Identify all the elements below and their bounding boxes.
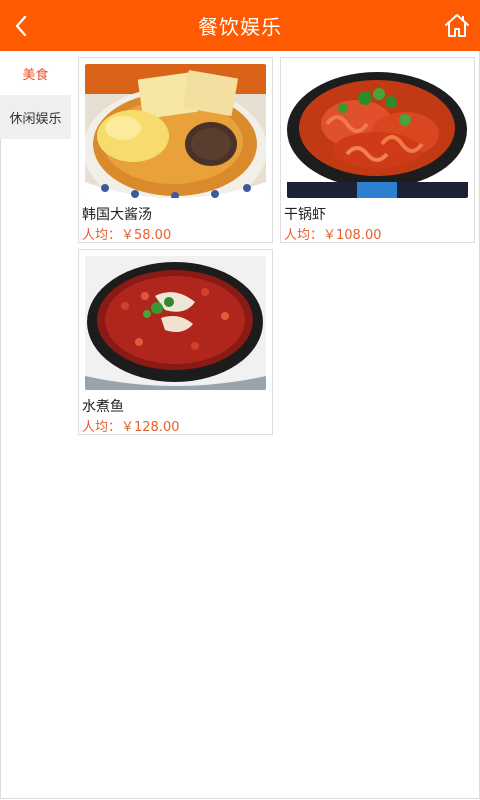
chevron-left-icon (15, 15, 27, 37)
sidebar-item-leisure[interactable]: 休闲娱乐 (0, 95, 71, 139)
back-button[interactable] (10, 13, 32, 39)
product-price: 人均：￥58.00 (82, 228, 172, 243)
product-name: 水煮鱼 (82, 399, 124, 415)
page-title: 餐饮娱乐 (198, 15, 282, 39)
product-image-fish (85, 256, 266, 390)
product-image-shrimp (287, 64, 468, 198)
product-card[interactable]: 水煮鱼 人均：￥128.00 (78, 249, 273, 435)
sidebar-item-label: 美食 (22, 67, 49, 83)
product-name: 干锅虾 (284, 207, 326, 223)
sidebar-item-label: 休闲娱乐 (9, 111, 62, 127)
category-sidebar: 美食 休闲娱乐 (0, 51, 71, 139)
product-card[interactable]: 韩国大酱汤 人均：￥58.00 (78, 57, 273, 243)
home-button[interactable] (444, 12, 470, 38)
home-icon (445, 14, 469, 37)
product-card[interactable]: 干锅虾 人均：￥108.00 (280, 57, 475, 243)
product-image-soup (85, 64, 266, 198)
product-price: 人均：￥128.00 (82, 420, 180, 435)
top-bar: 餐饮娱乐 (0, 0, 480, 51)
product-name: 韩国大酱汤 (82, 207, 152, 223)
sidebar-item-food[interactable]: 美食 (0, 51, 71, 95)
product-price: 人均：￥108.00 (284, 228, 382, 243)
